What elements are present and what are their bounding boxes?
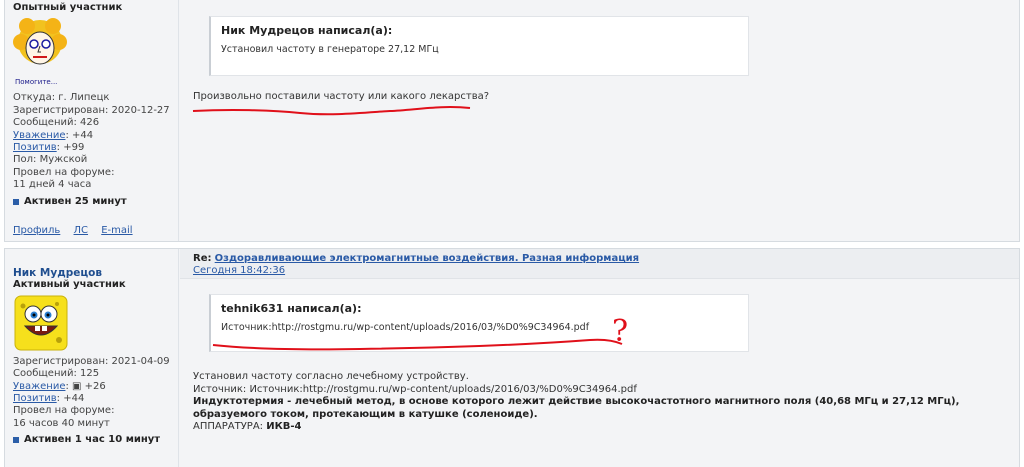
forum-time-value: 11 дней 4 часа xyxy=(13,179,92,191)
definition-text: - лечебный метод, в основе которого лежи… xyxy=(193,396,960,420)
email-link[interactable]: E-mail xyxy=(101,225,132,236)
user-messages: Сообщений: 125 xyxy=(13,368,100,380)
user-messages: Сообщений: 426 xyxy=(13,117,100,129)
post-1-profile: Опытный участник Помогите... Откуда: г. … xyxy=(5,0,179,241)
active-status: Активен 1 час 10 минут xyxy=(13,434,170,446)
user-respect: Уважение: +44 xyxy=(13,130,170,142)
positive-link[interactable]: Позитив xyxy=(13,142,57,153)
user-respect: Уважение: ▣ +26 xyxy=(13,381,170,393)
post-2-profile: Ник Мудрецов Активный участник Зарегистр… xyxy=(5,249,179,467)
status-square-icon xyxy=(13,437,19,444)
red-underline xyxy=(192,106,471,116)
respect-link[interactable]: Уважение xyxy=(13,130,65,141)
message-definition: Индуктотермия - лечебный метод, в основе… xyxy=(193,396,999,421)
user-positive: Позитив: +99 xyxy=(13,142,170,154)
forum-time-value: 16 часов 40 минут xyxy=(13,417,110,429)
message-line-2: Источник: Источник:http://rostgmu.ru/wp-… xyxy=(193,383,637,395)
post-1-content: Ник Мудрецов написал(а): Установил часто… xyxy=(180,0,1019,241)
respect-value: : +44 xyxy=(65,129,94,141)
profile-links: Профиль ЛС E-mail xyxy=(13,225,143,237)
avatar[interactable] xyxy=(13,294,69,352)
user-registered: Зарегистрирован: 2020-12-27 xyxy=(13,104,170,116)
quote-text: Установил частоту в генераторе 27,12 МГц xyxy=(221,44,439,55)
post-2-content: Re: Оздоравливающие электромагнитные воз… xyxy=(180,249,1019,467)
apparatus-value: ИКВ-4 xyxy=(266,421,302,432)
avatar[interactable]: Помогите... xyxy=(13,16,67,88)
quote-author: Ник Мудрецов написал(а): xyxy=(221,24,393,37)
avatar-caption: Помогите... xyxy=(15,78,57,86)
active-text: Активен 25 минут xyxy=(24,195,127,207)
apparatus-line: АППАРАТУРА: ИКВ-4 xyxy=(193,421,999,434)
post-date-link[interactable]: Сегодня 18:42:36 xyxy=(193,265,1006,276)
message-line-1: Установил частоту согласно лечебному уст… xyxy=(193,371,469,382)
post-header: Re: Оздоравливающие электромагнитные воз… xyxy=(180,249,1019,279)
respect-link[interactable]: Уважение xyxy=(13,381,65,392)
user-positive: Позитив: +44 xyxy=(13,393,170,405)
user-rank: Активный участник xyxy=(13,279,126,291)
positive-value: : +44 xyxy=(56,393,85,405)
pm-link[interactable]: ЛС xyxy=(74,225,89,236)
positive-value: : +99 xyxy=(56,142,85,154)
message-body: Установил частоту согласно лечебному уст… xyxy=(193,371,999,434)
active-status: Активен 25 минут xyxy=(13,196,170,208)
topic-link[interactable]: Оздоравливающие электромагнитные воздейс… xyxy=(215,253,639,264)
username[interactable]: Ник Мудрецов xyxy=(13,267,170,279)
post-1: Опытный участник Помогите... Откуда: г. … xyxy=(4,0,1020,242)
quote-block: Ник Мудрецов написал(а): Установил часто… xyxy=(209,16,749,76)
red-annotation: ? xyxy=(212,314,628,351)
question-mark-annotation: ? xyxy=(612,314,628,349)
active-text: Активен 1 час 10 минут xyxy=(24,434,161,446)
user-gender: Пол: Мужской xyxy=(13,154,88,166)
respect-value: : ▣ +26 xyxy=(65,380,106,392)
user-location: Откуда: г. Липецк xyxy=(13,92,110,104)
forum-time-label: Провел на форуме: xyxy=(13,166,115,178)
status-square-icon xyxy=(13,198,19,205)
user-registered: Зарегистрирован: 2021-04-09 xyxy=(13,355,170,367)
positive-link[interactable]: Позитив xyxy=(13,393,57,404)
forum-time-label: Провел на форуме: xyxy=(13,405,115,417)
post-2: Ник Мудрецов Активный участник Зарегистр… xyxy=(4,248,1020,467)
user-rank: Опытный участник xyxy=(13,2,123,13)
bold-term: Индуктотермия xyxy=(193,396,284,407)
apparatus-label: АППАРАТУРА: xyxy=(193,421,267,432)
re-label: Re: xyxy=(193,253,212,264)
profile-link[interactable]: Профиль xyxy=(13,225,60,236)
